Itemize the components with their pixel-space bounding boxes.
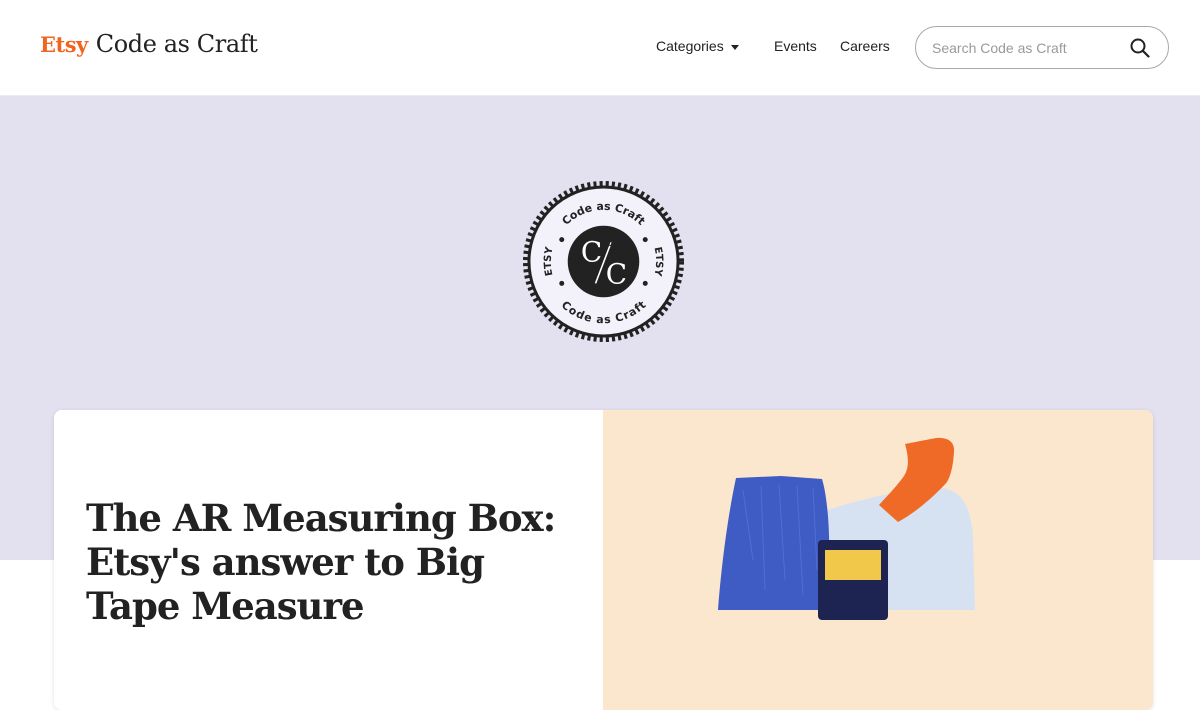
nav-careers[interactable]: Careers [840,38,890,54]
featured-post-text: The AR Measuring Box: Etsy's answer to B… [54,410,603,710]
caret-down-icon[interactable] [730,44,739,50]
featured-post-illustration[interactable] [603,410,1153,710]
illustration-phone-screen [825,550,881,580]
search-box[interactable] [915,26,1169,69]
badge-ring-text-right: ETSY [651,246,664,278]
hero-banner: Code as Craft Code as Craft ETSY ETSY C … [0,96,1200,710]
site-header: Etsy Code as Craft Categories Events Car… [0,0,1200,96]
badge-ring-text-left: ETSY [543,245,556,277]
badge-dot [559,237,565,243]
badge-monogram-bottom: C [606,257,627,290]
featured-post-card[interactable]: The AR Measuring Box: Etsy's answer to B… [54,410,1153,710]
nav-categories-label[interactable]: Categories [656,38,724,54]
badge-monogram-top: C [581,236,602,269]
blog-title[interactable]: Code as Craft [96,30,258,58]
featured-post-title[interactable]: The AR Measuring Box: Etsy's answer to B… [86,496,586,628]
badge-dot [559,280,565,286]
nav-categories[interactable]: Categories [656,38,739,54]
illustration-blue-shape [718,476,830,610]
code-as-craft-badge-logo: Code as Craft Code as Craft ETSY ETSY C … [522,180,685,343]
etsy-wordmark[interactable]: Etsy [40,32,88,57]
nav-events[interactable]: Events [774,38,817,54]
search-icon[interactable] [1129,37,1151,59]
badge-dot [642,237,648,243]
search-input[interactable] [932,37,1122,59]
measuring-box-illustration [718,437,975,620]
badge-dot [642,280,648,286]
brand-logo[interactable]: Etsy Code as Craft [40,30,258,58]
